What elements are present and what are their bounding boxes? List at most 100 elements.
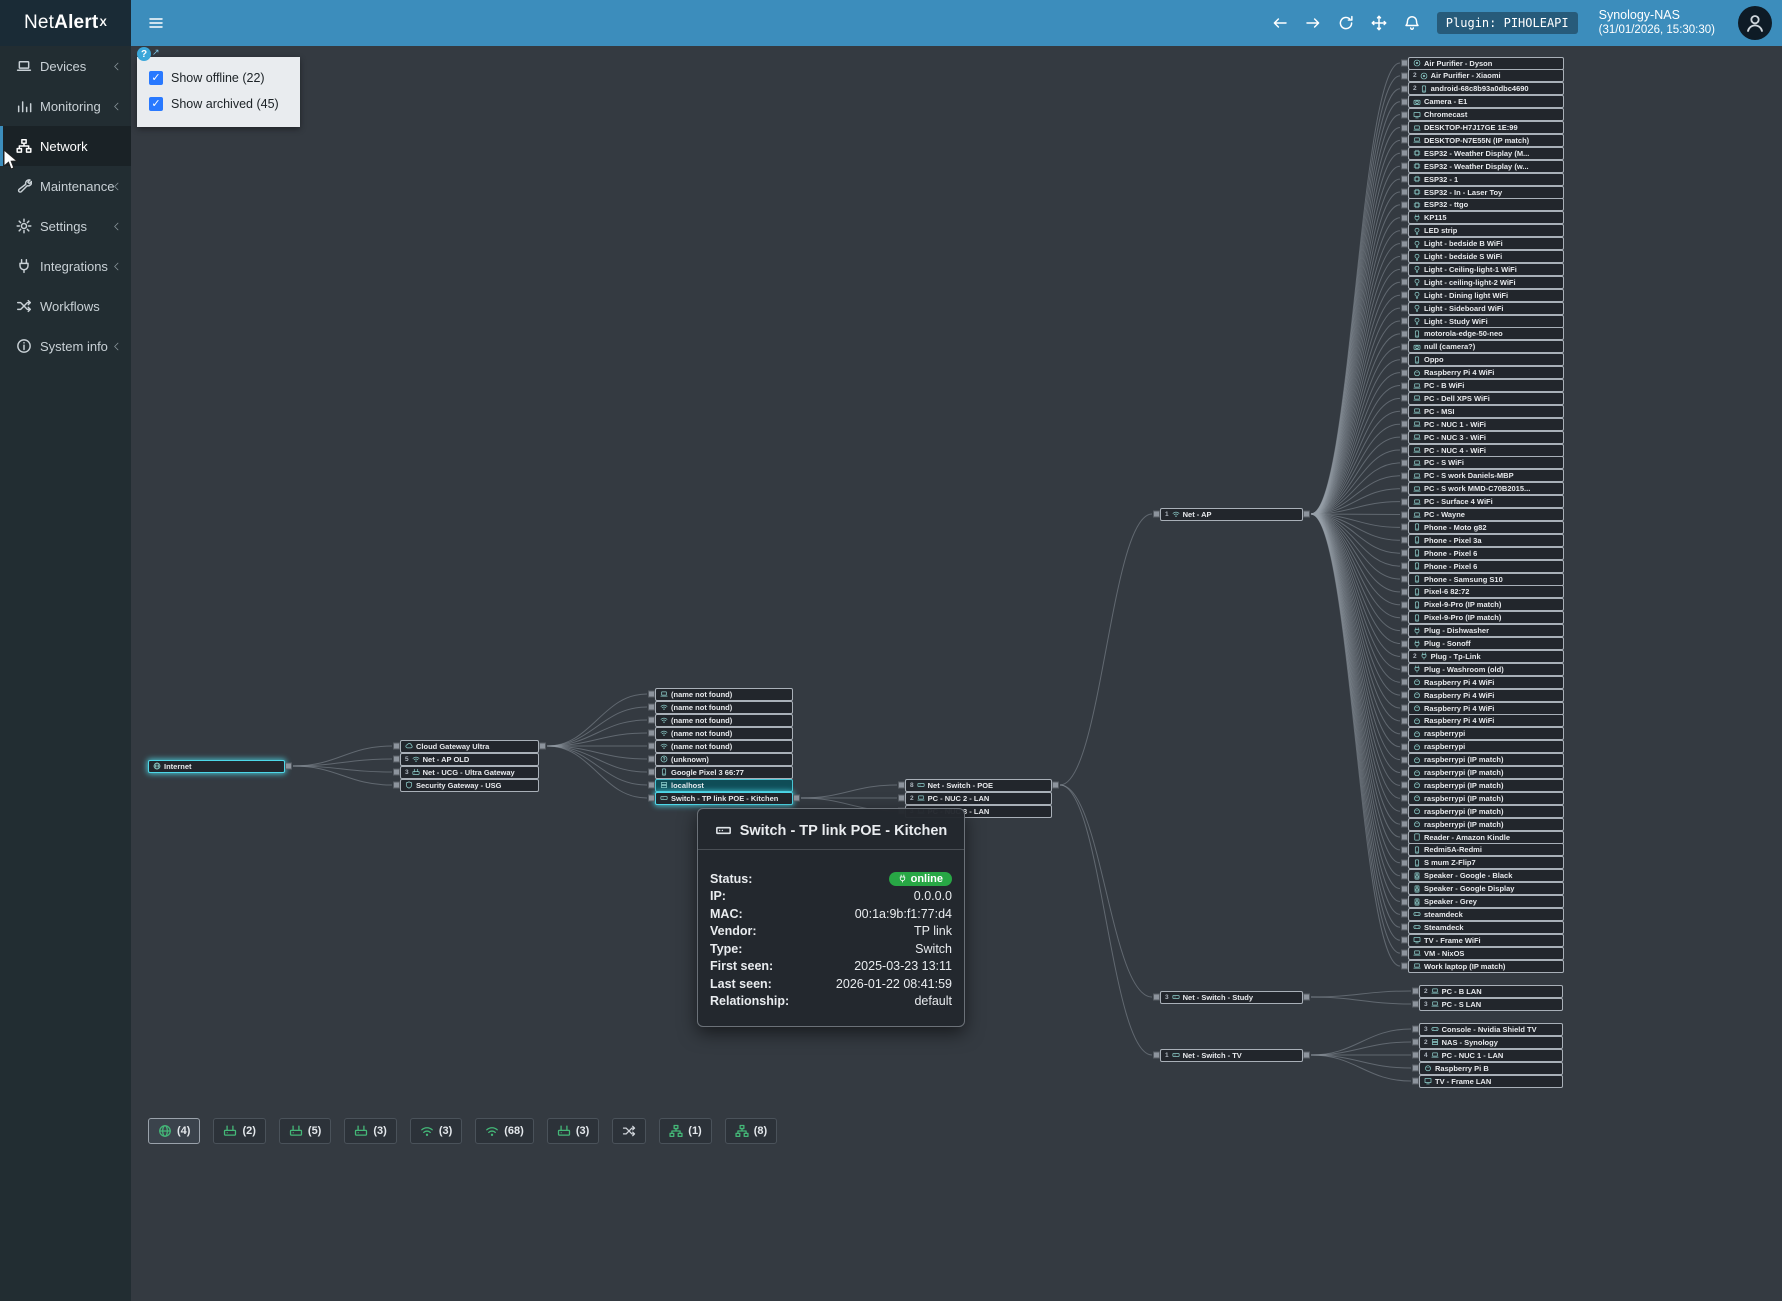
graph-node-esp32-weather-display-w[interactable]: ESP32 - Weather Display (w... — [1408, 160, 1564, 173]
graph-node-steamdeck[interactable]: Steamdeck — [1408, 921, 1564, 934]
graph-node-pc-s-wifi[interactable]: PC - S WiFi — [1408, 456, 1564, 469]
graph-node-null-camera[interactable]: null (camera?) — [1408, 340, 1564, 353]
graph-node-plug-washroom-old[interactable]: Plug - Washroom (old) — [1408, 663, 1564, 676]
graph-node-pc-nuc-4-wifi[interactable]: PC - NUC 4 - WiFi — [1408, 444, 1564, 457]
graph-node-plug-tp-link[interactable]: 2Plug - Tp-Link — [1408, 650, 1564, 663]
graph-node-speaker-google-black[interactable]: Speaker - Google - Black — [1408, 869, 1564, 882]
graph-node-pixel-9-pro-ip-match[interactable]: Pixel-9-Pro (IP match) — [1408, 611, 1564, 624]
graph-node-phone-moto-g82[interactable]: Phone - Moto g82 — [1408, 521, 1564, 534]
graph-node-raspberrypi-ip-match[interactable]: raspberrypi (IP match) — [1408, 805, 1564, 818]
filter-checkbox-show-offline-22[interactable]: ✓Show offline (22) — [137, 65, 300, 91]
refresh-icon[interactable] — [1338, 15, 1354, 31]
graph-node-pc-nuc-1-lan[interactable]: 4PC - NUC 1 - LAN — [1419, 1049, 1563, 1062]
filter-checkbox-show-archived-45[interactable]: ✓Show archived (45) — [137, 91, 300, 117]
graph-node-google-pixel-3-66-77[interactable]: Google Pixel 3 66:77 — [655, 766, 793, 779]
graph-tab-1-globe[interactable]: (4) — [148, 1118, 200, 1144]
graph-node-raspberrypi-ip-match[interactable]: raspberrypi (IP match) — [1408, 766, 1564, 779]
graph-node-pc-b-lan[interactable]: 2PC - B LAN — [1419, 985, 1563, 998]
graph-node-tv-frame-lan[interactable]: TV - Frame LAN — [1419, 1075, 1563, 1088]
graph-node-esp32-1[interactable]: ESP32 - 1 — [1408, 173, 1564, 186]
graph-node-raspberry-pi-4-wifi[interactable]: Raspberry Pi 4 WiFi — [1408, 689, 1564, 702]
graph-node-android-68c8b93a0dbc4690[interactable]: 2android-68c8b93a0dbc4690 — [1408, 82, 1564, 95]
graph-node-motorola-edge-50-neo[interactable]: motorola-edge-50-neo — [1408, 327, 1564, 340]
graph-node-localhost[interactable]: localhost — [655, 779, 793, 792]
graph-node-plug-dishwasher[interactable]: Plug - Dishwasher — [1408, 624, 1564, 637]
help-icon[interactable]: ? — [137, 47, 151, 61]
sidebar-item-system-info[interactable]: System info — [0, 326, 131, 366]
graph-node-desktop-h7j17ge-1e-99[interactable]: DESKTOP-H7J17GE 1E:99 — [1408, 121, 1564, 134]
graph-node-phone-pixel-6[interactable]: Phone - Pixel 6 — [1408, 560, 1564, 573]
graph-node-speaker-grey[interactable]: Speaker - Grey — [1408, 895, 1564, 908]
hamburger-icon[interactable] — [148, 15, 164, 31]
graph-node-pc-surface-4-wifi[interactable]: PC - Surface 4 WiFi — [1408, 495, 1564, 508]
graph-node-light-bedside-s-wifi[interactable]: Light - bedside S WiFi — [1408, 250, 1564, 263]
graph-node-pc-s-work-daniels-mbp[interactable]: PC - S work Daniels-MBP — [1408, 469, 1564, 482]
graph-node-phone-samsung-s10[interactable]: Phone - Samsung S10 — [1408, 573, 1564, 586]
sidebar-item-settings[interactable]: Settings — [0, 206, 131, 246]
graph-node-pc-s-work-mmd-c70b2015[interactable]: PC - S work MMD-C70B2015... — [1408, 482, 1564, 495]
graph-node-work-laptop-ip-match[interactable]: Work laptop (IP match) — [1408, 960, 1564, 973]
graph-node-unknown[interactable]: (unknown) — [655, 753, 793, 766]
graph-node-pc-nuc-2-lan[interactable]: 2PC - NUC 2 - LAN — [905, 792, 1052, 805]
graph-node-vm-nixos[interactable]: VM - NixOS — [1408, 947, 1564, 960]
help-button[interactable]: ? ↗ — [137, 47, 160, 61]
graph-node-pc-nuc-1-wifi[interactable]: PC - NUC 1 - WiFi — [1408, 418, 1564, 431]
graph-node-oppo[interactable]: Oppo — [1408, 353, 1564, 366]
graph-node-steamdeck[interactable]: steamdeck — [1408, 908, 1564, 921]
graph-node-redmi5a-redmi[interactable]: Redmi5A-Redmi — [1408, 843, 1564, 856]
graph-node-net-switch-tv[interactable]: 1Net - Switch - TV — [1160, 1049, 1303, 1062]
graph-node-light-dining-light-wifi[interactable]: Light - Dining light WiFi — [1408, 289, 1564, 302]
graph-tab-2-router[interactable]: (2) — [213, 1118, 265, 1144]
graph-tab-8-shuffle[interactable] — [612, 1118, 646, 1144]
graph-node-pc-dell-xps-wifi[interactable]: PC - Dell XPS WiFi — [1408, 392, 1564, 405]
graph-tab-10-sitemap[interactable]: (8) — [725, 1118, 777, 1144]
sidebar-item-monitoring[interactable]: Monitoring — [0, 86, 131, 126]
sidebar-item-devices[interactable]: Devices — [0, 46, 131, 86]
graph-node-light-sideboard-wifi[interactable]: Light - Sideboard WiFi — [1408, 302, 1564, 315]
graph-node-raspberrypi-ip-match[interactable]: raspberrypi (IP match) — [1408, 753, 1564, 766]
graph-node-switch-tp-link-poe-kitchen[interactable]: Switch - TP link POE - Kitchen — [655, 792, 793, 805]
graph-node-raspberrypi[interactable]: raspberrypi — [1408, 727, 1564, 740]
graph-node-raspberrypi-ip-match[interactable]: raspberrypi (IP match) — [1408, 792, 1564, 805]
graph-tab-5-wifi[interactable]: (3) — [410, 1118, 462, 1144]
graph-node-esp32-weather-display-m[interactable]: ESP32 - Weather Display (M... — [1408, 147, 1564, 160]
graph-node-pc-msi[interactable]: PC - MSI — [1408, 405, 1564, 418]
graph-node-name-not-found[interactable]: (name not found) — [655, 740, 793, 753]
graph-node-esp32-in-laser-toy[interactable]: ESP32 - In - Laser Toy — [1408, 186, 1564, 199]
graph-node-raspberrypi[interactable]: raspberrypi — [1408, 740, 1564, 753]
graph-node-raspberry-pi-4-wifi[interactable]: Raspberry Pi 4 WiFi — [1408, 366, 1564, 379]
graph-node-pc-b-wifi[interactable]: PC - B WiFi — [1408, 379, 1564, 392]
graph-node-raspberry-pi-b[interactable]: Raspberry Pi B — [1419, 1062, 1563, 1075]
graph-node-pc-s-lan[interactable]: 3PC - S LAN — [1419, 998, 1563, 1011]
graph-node-desktop-n7e55n-ip-match[interactable]: DESKTOP-N7E55N (IP match) — [1408, 134, 1564, 147]
graph-node-pc-nuc-3-wifi[interactable]: PC - NUC 3 - WiFi — [1408, 431, 1564, 444]
graph-tab-9-sitemap[interactable]: (1) — [659, 1118, 711, 1144]
graph-tab-7-router[interactable]: (3) — [547, 1118, 599, 1144]
graph-node-raspberry-pi-4-wifi[interactable]: Raspberry Pi 4 WiFi — [1408, 702, 1564, 715]
graph-node-name-not-found[interactable]: (name not found) — [655, 714, 793, 727]
graph-node-raspberry-pi-4-wifi[interactable]: Raspberry Pi 4 WiFi — [1408, 676, 1564, 689]
graph-node-cloud-gateway-ultra[interactable]: Cloud Gateway Ultra — [400, 740, 539, 753]
sidebar-item-integrations[interactable]: Integrations — [0, 246, 131, 286]
graph-node-net-ucg-ultra-gateway[interactable]: 3Net - UCG - Ultra Gateway — [400, 766, 539, 779]
graph-node-light-study-wifi[interactable]: Light - Study WiFi — [1408, 315, 1564, 328]
graph-node-air-purifier-dyson[interactable]: Air Purifier - Dyson — [1408, 57, 1564, 70]
graph-node-phone-pixel-6[interactable]: Phone - Pixel 6 — [1408, 547, 1564, 560]
sidebar-item-maintenance[interactable]: Maintenance — [0, 166, 131, 206]
graph-node-light-ceiling-light-1-wifi[interactable]: Light - Ceiling-light-1 WiFi — [1408, 263, 1564, 276]
graph-node-esp32-ttgo[interactable]: ESP32 - ttgo — [1408, 198, 1564, 211]
graph-node-led-strip[interactable]: LED strip — [1408, 224, 1564, 237]
user-avatar[interactable] — [1738, 6, 1772, 40]
graph-node-net-ap[interactable]: 1Net - AP — [1160, 508, 1303, 521]
graph-node-camera-e1[interactable]: Camera - E1 — [1408, 95, 1564, 108]
app-logo[interactable]: NetAlertX — [0, 0, 131, 46]
graph-node-pc-wayne[interactable]: PC - Wayne — [1408, 508, 1564, 521]
bell-icon[interactable] — [1404, 15, 1420, 31]
graph-node-light-ceiling-light-2-wifi[interactable]: Light - ceiling-light-2 WiFi — [1408, 276, 1564, 289]
graph-node-raspberrypi-ip-match[interactable]: raspberrypi (IP match) — [1408, 818, 1564, 831]
graph-node-plug-sonoff[interactable]: Plug - Sonoff — [1408, 637, 1564, 650]
arrow-right-icon[interactable] — [1305, 15, 1321, 31]
checkbox-checked-icon[interactable]: ✓ — [149, 97, 163, 111]
sidebar-item-workflows[interactable]: Workflows — [0, 286, 131, 326]
graph-node-reader-amazon-kindle[interactable]: Reader - Amazon Kindle — [1408, 831, 1564, 844]
